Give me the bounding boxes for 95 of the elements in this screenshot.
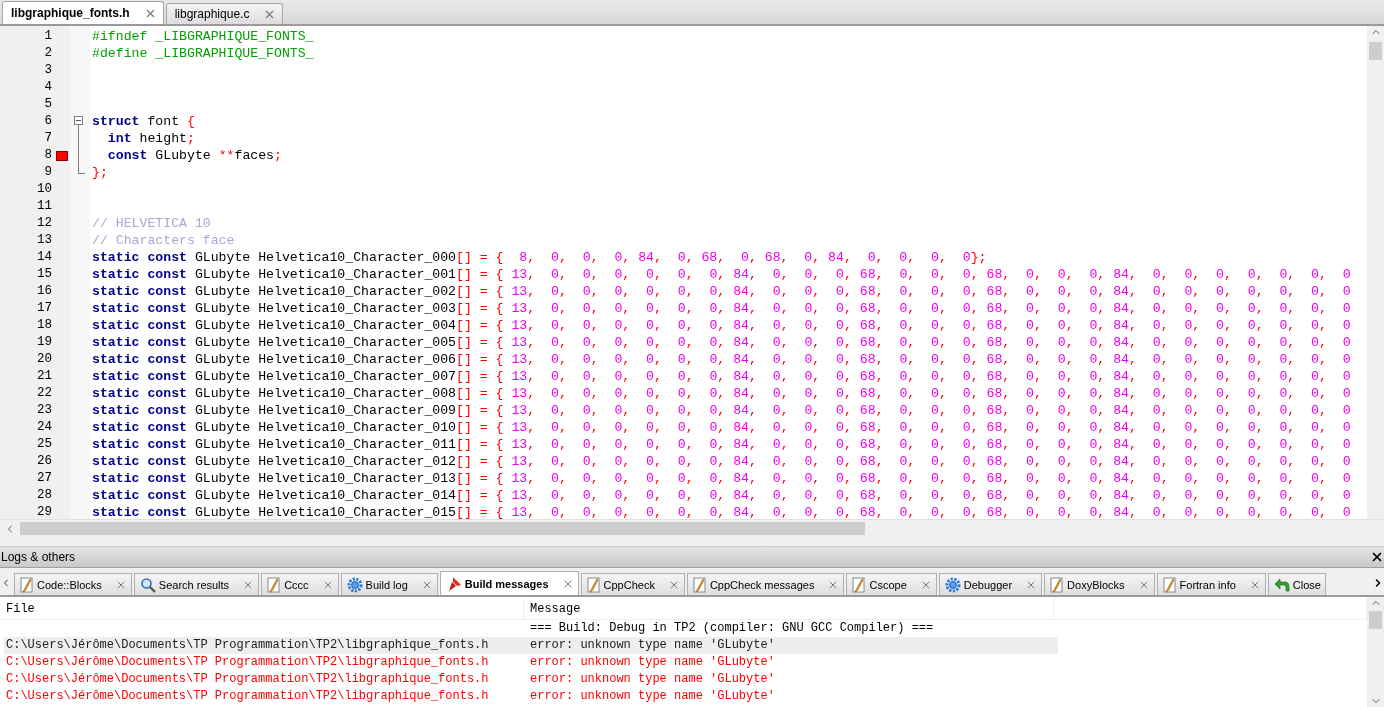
code-line: }; bbox=[91, 164, 108, 181]
table-cell-text: error: unknown type name 'GLubyte' bbox=[529, 688, 776, 705]
pencil-page-icon bbox=[20, 576, 34, 593]
line-number: 7 bbox=[43, 130, 53, 147]
return-arrow-icon bbox=[1273, 576, 1290, 593]
file-tab[interactable]: libgraphique_fonts.h bbox=[2, 1, 164, 24]
line-number: 29 bbox=[36, 504, 53, 519]
code-line: static const GLubyte Helvetica10_Character_001[] = { 13, 0, 0, 0, 0, 0, 0, 84, 0, 0, 0, 68, 0, 0, 0, 68, 0, 0, 0, 84, 0, 0, 0, 0, 0, 0, 0 bbox=[91, 266, 1351, 283]
table-cell-text: C:\Users\Jérôme\Documents\TP Programmation\TP2\libgraphique_fonts.h bbox=[5, 671, 490, 688]
code-line: const GLubyte **faces; bbox=[106, 147, 282, 164]
gear-icon bbox=[944, 576, 961, 593]
line-number: 23 bbox=[36, 402, 53, 419]
pencil-page-icon bbox=[692, 576, 707, 593]
panel-tab[interactable]: Fortran info bbox=[1156, 573, 1266, 595]
code-line: static const GLubyte Helvetica10_Character_014[] = { 13, 0, 0, 0, 0, 0, 0, 84, 0, 0, 0, 68, 0, 0, 0, 68, 0, 0, 0, 84, 0, 0, 0, 0, 0, 0, 0 bbox=[91, 487, 1351, 504]
pencil-page-icon bbox=[852, 576, 867, 593]
table-cell: C:\Users\Jérôme\Documents\TP Programmation\TP2\libgraphique_fonts.h bbox=[4, 637, 528, 654]
code-line: static const GLubyte Helvetica10_Character_011[] = { 13, 0, 0, 0, 0, 0, 0, 84, 0, 0, 0, 68, 0, 0, 0, 68, 0, 0, 0, 84, 0, 0, 0, 0, 0, 0, 0 bbox=[91, 436, 1351, 453]
code-line: static const GLubyte Helvetica10_Character_012[] = { 13, 0, 0, 0, 0, 0, 0, 84, 0, 0, 0, 68, 0, 0, 0, 68, 0, 0, 0, 84, 0, 0, 0, 0, 0, 0, 0 bbox=[91, 453, 1351, 470]
line-number: 24 bbox=[36, 419, 53, 436]
table-cell-text: === Build: Debug in TP2 (compiler: GNU GCC Compiler) === bbox=[529, 620, 935, 637]
fold-toggle[interactable] bbox=[74, 116, 83, 125]
table-cell-text: error: unknown type name 'GLubyte' bbox=[529, 671, 776, 688]
code-line: static const GLubyte Helvetica10_Character_000[] = { 8, 0, 0, 0, 84, 0, 68, 0, 68, 0, 84, 0, 0, 0, 0}; bbox=[91, 249, 987, 266]
panel-tab[interactable]: Debugger bbox=[938, 573, 1043, 595]
panel-tab[interactable]: Cscope bbox=[846, 573, 937, 595]
panel-tab[interactable]: DoxyBlocks bbox=[1044, 573, 1155, 595]
line-number: 6 bbox=[43, 113, 53, 130]
line-number: 1 bbox=[43, 28, 53, 45]
line-number: 11 bbox=[36, 198, 53, 215]
table-cell-text: C:\Users\Jérôme\Documents\TP Programmation\TP2\libgraphique_fonts.h bbox=[5, 654, 490, 671]
file-tab[interactable]: libgraphique.c bbox=[165, 3, 284, 24]
code-line: static const GLubyte Helvetica10_Character_005[] = { 13, 0, 0, 0, 0, 0, 0, 84, 0, 0, 0, 68, 0, 0, 0, 68, 0, 0, 0, 84, 0, 0, 0, 0, 0, 0, 0 bbox=[91, 334, 1351, 351]
line-number: 22 bbox=[36, 385, 53, 402]
code-line: static const GLubyte Helvetica10_Character_009[] = { 13, 0, 0, 0, 0, 0, 0, 84, 0, 0, 0, 68, 0, 0, 0, 68, 0, 0, 0, 84, 0, 0, 0, 0, 0, 0, 0 bbox=[91, 402, 1351, 419]
code-line: static const GLubyte Helvetica10_Character_002[] = { 13, 0, 0, 0, 0, 0, 0, 84, 0, 0, 0, 68, 0, 0, 0, 68, 0, 0, 0, 84, 0, 0, 0, 0, 0, 0, 0 bbox=[91, 283, 1351, 300]
code-line: #define _LIBGRAPHIQUE_FONTS_ bbox=[91, 45, 314, 62]
pencil-page-icon bbox=[586, 576, 601, 593]
line-number: 20 bbox=[36, 351, 53, 368]
line-number: 2 bbox=[43, 45, 53, 62]
panel-tab[interactable]: Build messages bbox=[439, 571, 579, 595]
code-line: static const GLubyte Helvetica10_Character_015[] = { 13, 0, 0, 0, 0, 0, 0, 84, 0, 0, 0, 68, 0, 0, 0, 68, 0, 0, 0, 84, 0, 0, 0, 0, 0, 0, 0 bbox=[91, 504, 1351, 519]
gear-icon bbox=[346, 576, 363, 593]
line-number: 9 bbox=[43, 164, 53, 181]
table-cell: error: unknown type name 'GLubyte' bbox=[528, 637, 1058, 654]
scrollbar-thumb[interactable] bbox=[1369, 42, 1382, 60]
search-icon bbox=[139, 576, 156, 593]
line-number: 19 bbox=[36, 334, 53, 351]
table-cell-text: error: unknown type name 'GLubyte' bbox=[529, 654, 776, 671]
panel-tab[interactable]: Search results bbox=[133, 573, 260, 595]
line-number: 4 bbox=[43, 79, 53, 96]
panel-tab[interactable]: CppCheck bbox=[580, 573, 685, 595]
panel-tab[interactable]: CppCheck messages bbox=[686, 573, 845, 595]
pencil-page-icon bbox=[1050, 576, 1065, 593]
line-number: 15 bbox=[36, 266, 53, 283]
line-number: 5 bbox=[43, 96, 53, 113]
code-line: #ifndef _LIBGRAPHIQUE_FONTS_ bbox=[91, 28, 314, 45]
code-line: static const GLubyte Helvetica10_Character_013[] = { 13, 0, 0, 0, 0, 0, 0, 84, 0, 0, 0, 68, 0, 0, 0, 68, 0, 0, 0, 84, 0, 0, 0, 0, 0, 0, 0 bbox=[91, 470, 1351, 487]
close-icon[interactable] bbox=[1370, 550, 1384, 564]
line-number: 8 bbox=[43, 147, 53, 164]
scrollbar-thumb[interactable] bbox=[1369, 611, 1382, 629]
column-header[interactable]: File bbox=[0, 599, 524, 619]
code-line: // HELVETICA 10 bbox=[91, 215, 211, 232]
table-cell-text: C:\Users\Jérôme\Documents\TP Programmation\TP2\libgraphique_fonts.h bbox=[5, 688, 490, 705]
panel-tab[interactable]: Close bbox=[1267, 573, 1326, 595]
code-line: static const GLubyte Helvetica10_Character_004[] = { 13, 0, 0, 0, 0, 0, 0, 84, 0, 0, 0, 68, 0, 0, 0, 68, 0, 0, 0, 84, 0, 0, 0, 0, 0, 0, 0 bbox=[91, 317, 1351, 334]
line-number: 18 bbox=[36, 317, 53, 334]
line-number: 14 bbox=[36, 249, 53, 266]
line-number: 25 bbox=[36, 436, 53, 453]
panel-title: Logs & others bbox=[1, 550, 76, 564]
line-number: 10 bbox=[36, 181, 53, 198]
code-line: static const GLubyte Helvetica10_Character_010[] = { 13, 0, 0, 0, 0, 0, 0, 84, 0, 0, 0, 68, 0, 0, 0, 68, 0, 0, 0, 84, 0, 0, 0, 0, 0, 0, 0 bbox=[91, 419, 1351, 436]
scrollbar-thumb[interactable] bbox=[20, 522, 865, 535]
line-number: 28 bbox=[36, 487, 53, 504]
code-line: static const GLubyte Helvetica10_Character_007[] = { 13, 0, 0, 0, 0, 0, 0, 84, 0, 0, 0, 68, 0, 0, 0, 68, 0, 0, 0, 84, 0, 0, 0, 0, 0, 0, 0 bbox=[91, 368, 1351, 385]
line-number: 21 bbox=[36, 368, 53, 385]
code-line: struct font { bbox=[91, 113, 195, 130]
panel-tab[interactable]: Build log bbox=[340, 573, 438, 595]
pencil-page-icon bbox=[1162, 576, 1177, 593]
line-number: 13 bbox=[36, 232, 53, 249]
column-header[interactable]: Message bbox=[524, 599, 1054, 619]
panel-tab[interactable]: Code::Blocks bbox=[14, 573, 132, 595]
line-number: 16 bbox=[36, 283, 53, 300]
panel-tab[interactable]: Cccc bbox=[261, 573, 339, 595]
line-number: 17 bbox=[36, 300, 53, 317]
code-line: // Characters face bbox=[91, 232, 235, 249]
code-line: static const GLubyte Helvetica10_Character_006[] = { 13, 0, 0, 0, 0, 0, 0, 84, 0, 0, 0, 68, 0, 0, 0, 68, 0, 0, 0, 84, 0, 0, 0, 0, 0, 0, 0 bbox=[91, 351, 1351, 368]
line-number: 26 bbox=[36, 453, 53, 470]
code-line: static const GLubyte Helvetica10_Character_003[] = { 13, 0, 0, 0, 0, 0, 0, 84, 0, 0, 0, 68, 0, 0, 0, 68, 0, 0, 0, 84, 0, 0, 0, 0, 0, 0, 0 bbox=[91, 300, 1351, 317]
line-number: 3 bbox=[43, 62, 53, 79]
line-number: 12 bbox=[36, 215, 53, 232]
pencil-page-icon bbox=[267, 576, 282, 593]
code-line: static const GLubyte Helvetica10_Character_008[] = { 13, 0, 0, 0, 0, 0, 0, 84, 0, 0, 0, 68, 0, 0, 0, 68, 0, 0, 0, 84, 0, 0, 0, 0, 0, 0, 0 bbox=[91, 385, 1351, 402]
line-number: 27 bbox=[36, 470, 53, 487]
code-line: int height; bbox=[106, 130, 195, 147]
